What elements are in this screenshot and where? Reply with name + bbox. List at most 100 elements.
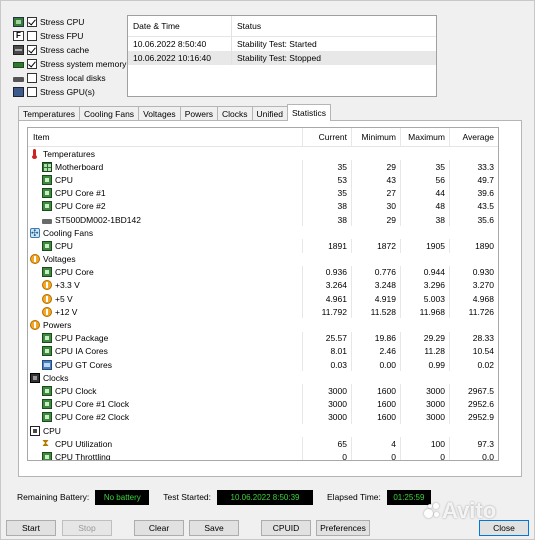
stress-checkbox[interactable] (27, 73, 37, 83)
preferences-button[interactable]: Preferences (316, 520, 370, 536)
minimum-value: 0.776 (351, 265, 400, 279)
stress-option[interactable]: Stress CPU (13, 15, 129, 29)
col-current[interactable]: Current (302, 128, 351, 146)
chip-icon (42, 399, 52, 410)
maximum-value: 3000 (400, 410, 449, 424)
group-row[interactable]: Clocks (28, 371, 498, 384)
current-value: 3000 (302, 410, 351, 424)
sensor-item: ST500DM002-1BD142 (28, 213, 143, 226)
elapsed-time-label: Elapsed Time: (327, 492, 381, 502)
sensor-row[interactable]: CPU Core #1 35 27 44 39.6 (28, 186, 498, 200)
chip-icon (42, 240, 52, 251)
sensor-row[interactable]: CPU GT Cores 0.03 0.00 0.99 0.02 (28, 358, 498, 372)
sensor-row[interactable]: ST500DM002-1BD142 38 29 38 35.6 (28, 212, 498, 227)
avito-logo-icon (424, 503, 440, 519)
tab-voltages[interactable]: Voltages (138, 106, 181, 121)
stress-option[interactable]: Stress cache (13, 43, 129, 57)
battery-label: Remaining Battery: (17, 492, 90, 502)
stress-label: Stress FPU (40, 31, 84, 41)
cpuid-button[interactable]: CPUID (261, 520, 311, 536)
sensor-item: CPU (28, 173, 143, 186)
minimum-value: 1600 (351, 410, 400, 424)
stress-checkbox[interactable] (27, 59, 37, 69)
sensor-row[interactable]: CPU Package 25.57 19.86 29.29 28.33 (28, 331, 498, 345)
close-button-label: Close (493, 523, 515, 533)
sensor-row[interactable]: CPU Core #2 38 30 48 43.5 (28, 199, 498, 213)
sensor-item: CPU Core #1 (28, 187, 143, 200)
col-maximum[interactable]: Maximum (400, 128, 449, 146)
minimum-value: 29 (351, 160, 400, 174)
stress-option[interactable]: Stress local disks (13, 71, 129, 85)
tab-clocks[interactable]: Clocks (217, 106, 253, 121)
tab-statistics[interactable]: Statistics (287, 104, 332, 121)
tab-unified[interactable]: Unified (251, 106, 289, 121)
col-minimum[interactable]: Minimum (351, 128, 400, 146)
sensor-label: Clocks (43, 372, 69, 383)
sensor-row[interactable]: +5 V 4.961 4.919 5.003 4.968 (28, 292, 498, 306)
sensor-item: CPU GT Cores (28, 358, 143, 371)
sensor-row[interactable]: CPU Utilization 65410097.3 (28, 437, 498, 451)
group-row[interactable]: Cooling Fans (28, 226, 498, 239)
close-button[interactable]: Close (479, 520, 529, 536)
tab-temperatures[interactable]: Temperatures (18, 106, 80, 121)
sensor-label: Cooling Fans (43, 227, 94, 238)
sensor-row[interactable]: Motherboard 35 29 35 33.3 (28, 160, 498, 174)
save-button-label: Save (204, 523, 224, 533)
col-average[interactable]: Average (449, 128, 498, 146)
current-value: 3000 (302, 397, 351, 411)
start-button[interactable]: Start (6, 520, 56, 536)
col-item[interactable]: Item (28, 128, 143, 146)
sensor-label: Temperatures (43, 148, 95, 159)
group-row[interactable]: CPU (28, 424, 498, 437)
test-log-table[interactable]: Date & Time Status 10.06.2022 8:50:40 St… (127, 15, 437, 97)
sensor-item: CPU Package (28, 332, 143, 345)
clock-icon (30, 372, 40, 383)
voltage-icon (30, 254, 40, 265)
minimum-value: 4 (351, 437, 400, 451)
maximum-value: 0.99 (400, 358, 449, 372)
current-value: 3.264 (302, 278, 351, 293)
sensor-row[interactable]: CPU IA Cores 8.01 2.46 11.28 10.54 (28, 344, 498, 358)
stress-checkbox[interactable] (27, 31, 37, 41)
sensor-label: Voltages (43, 254, 76, 265)
sensor-row[interactable]: CPU 1891 1872 1905 1890 (28, 239, 498, 253)
stress-option[interactable]: Stress FPU (13, 29, 129, 43)
minimum-value: 11.528 (351, 305, 400, 319)
sensor-row[interactable]: CPU Core 0.936 0.776 0.944 0.930 (28, 265, 498, 279)
elapsed-time-value: 01:25:59 (386, 489, 431, 505)
sensor-row[interactable]: +12 V 11.792 11.528 11.968 11.726 (28, 305, 498, 319)
stop-button[interactable]: Stop (62, 520, 112, 536)
stress-checkbox[interactable] (27, 87, 37, 97)
log-row[interactable]: 10.06.2022 8:50:40 Stability Test: Start… (128, 37, 436, 51)
tab-cooling-fans[interactable]: Cooling Fans (78, 106, 140, 121)
stress-option[interactable]: Stress GPU(s) (13, 85, 129, 99)
sensor-row[interactable]: CPU Throttling 0 0 0 0.0 (28, 450, 498, 460)
statistics-grid[interactable]: Item Current Minimum Maximum Average Tem… (27, 127, 499, 461)
sensor-row[interactable]: CPU Core #1 Clock 3000 1600 3000 2952.6 (28, 397, 498, 411)
maximum-value: 11.28 (400, 344, 449, 358)
log-status: Stability Test: Started (237, 39, 317, 49)
group-row[interactable]: Temperatures (28, 147, 498, 160)
stability-test-window: Stress CPU Stress FPU Stress cache Stress s… (0, 0, 535, 540)
sensor-row[interactable]: CPU Clock 3000 1600 3000 2967.5 (28, 384, 498, 398)
log-col-date[interactable]: Date & Time (128, 16, 232, 36)
tab-powers[interactable]: Powers (179, 106, 219, 121)
minimum-value: 0 (351, 450, 400, 460)
group-row[interactable]: Powers (28, 318, 498, 331)
clear-button[interactable]: Clear (134, 520, 184, 536)
stress-checkbox[interactable] (27, 17, 37, 27)
group-row[interactable]: Voltages (28, 253, 498, 266)
chip-icon (42, 412, 52, 423)
save-button[interactable]: Save (189, 520, 239, 536)
log-row[interactable]: 10.06.2022 10:16:40 Stability Test: Stop… (128, 51, 436, 65)
log-col-status[interactable]: Status (232, 21, 436, 31)
stress-option[interactable]: Stress system memory (13, 57, 129, 71)
sensor-item: CPU (28, 424, 143, 437)
sensor-row[interactable]: CPU 53 43 56 49.7 (28, 173, 498, 187)
stress-checkbox[interactable] (27, 45, 37, 55)
sensor-row[interactable]: CPU Core #2 Clock 3000 1600 3000 2952.9 (28, 410, 498, 424)
sensor-row[interactable]: +3.3 V 3.264 3.248 3.296 3.270 (28, 278, 498, 293)
start-button-label: Start (22, 523, 40, 533)
average-value: 1890 (449, 239, 498, 253)
disk-icon (42, 218, 52, 224)
